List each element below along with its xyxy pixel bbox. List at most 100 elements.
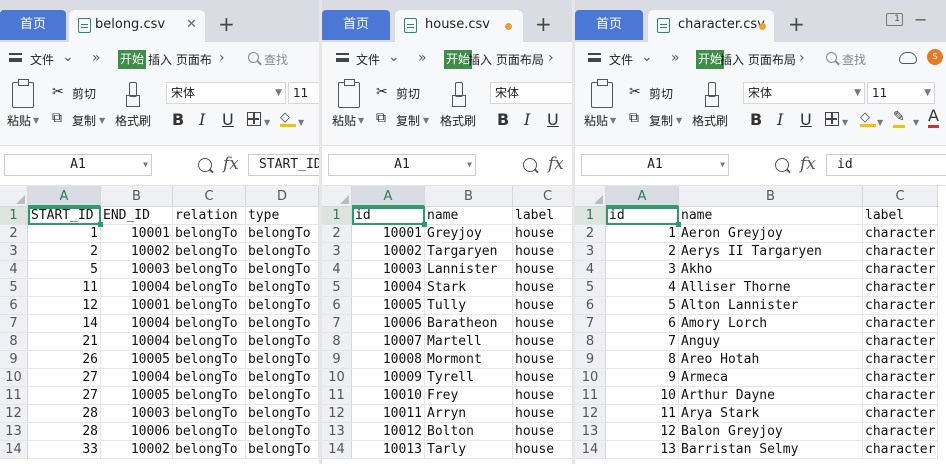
- table-cell[interactable]: Martell: [425, 333, 513, 351]
- row-header[interactable]: 14: [322, 441, 352, 459]
- table-cell[interactable]: 10004: [101, 369, 173, 387]
- table-cell[interactable]: Anguy: [679, 333, 863, 351]
- close-icon[interactable]: ✕: [186, 10, 197, 40]
- table-cell[interactable]: character: [863, 315, 938, 333]
- chevron-down-icon[interactable]: ▼: [676, 116, 682, 125]
- table-cell[interactable]: 10001: [101, 297, 173, 315]
- table-cell[interactable]: 10002: [352, 243, 425, 261]
- table-cell[interactable]: 10007: [352, 333, 425, 351]
- row-header[interactable]: 4: [322, 261, 352, 279]
- row-header[interactable]: 3: [322, 243, 352, 261]
- name-box[interactable]: A1 ▼: [581, 154, 729, 176]
- table-cell[interactable]: belongTo: [246, 423, 319, 441]
- table-cell[interactable]: Aerys II Targaryen: [679, 243, 863, 261]
- tab-file[interactable]: character.csv: [648, 10, 774, 42]
- table-cell[interactable]: character: [863, 387, 938, 405]
- paste-icon[interactable]: [591, 79, 613, 108]
- underline-icon[interactable]: U: [222, 110, 234, 129]
- row-header[interactable]: 10: [322, 369, 352, 387]
- table-cell[interactable]: house: [513, 243, 572, 261]
- table-cell[interactable]: 28: [28, 423, 101, 441]
- row-header[interactable]: 13: [0, 423, 28, 441]
- table-cell[interactable]: END_ID: [101, 207, 173, 225]
- table-cell[interactable]: 10005: [352, 297, 425, 315]
- format-painter-button[interactable]: 格式刷: [115, 112, 151, 129]
- table-cell[interactable]: Akho: [679, 261, 863, 279]
- row-header[interactable]: 14: [575, 441, 606, 459]
- table-cell[interactable]: START_ID: [28, 207, 101, 225]
- table-cell[interactable]: character: [863, 261, 938, 279]
- table-cell[interactable]: house: [513, 333, 572, 351]
- tab-home[interactable]: 首页: [575, 10, 643, 40]
- table-cell[interactable]: Bolton: [425, 423, 513, 441]
- row-header[interactable]: 2: [322, 225, 352, 243]
- chevron-down-icon[interactable]: ▼: [264, 118, 270, 127]
- paste-icon[interactable]: [12, 79, 34, 108]
- row-header[interactable]: 7: [0, 315, 28, 333]
- table-cell[interactable]: 1: [28, 225, 101, 243]
- row-header[interactable]: 3: [575, 243, 606, 261]
- fill-handle[interactable]: [422, 222, 427, 227]
- table-cell[interactable]: 7: [606, 333, 679, 351]
- copy-button[interactable]: 复制: [72, 112, 96, 129]
- table-cell[interactable]: Arryn: [425, 405, 513, 423]
- table-cell[interactable]: 2: [28, 243, 101, 261]
- table-cell[interactable]: belongTo: [173, 405, 246, 423]
- find-label[interactable]: 查找: [264, 51, 288, 68]
- column-header[interactable]: B: [101, 186, 173, 207]
- table-cell[interactable]: belongTo: [246, 405, 319, 423]
- table-cell[interactable]: belongTo: [173, 243, 246, 261]
- underline-icon[interactable]: U: [800, 110, 812, 129]
- window-layout-icon[interactable]: 1: [886, 13, 903, 26]
- table-cell[interactable]: belongTo: [246, 225, 319, 243]
- border-icon[interactable]: [247, 112, 261, 126]
- column-header[interactable]: A: [28, 186, 101, 207]
- row-header[interactable]: 12: [322, 405, 352, 423]
- start-tab[interactable]: 开始: [118, 50, 147, 69]
- row-header[interactable]: 8: [322, 333, 352, 351]
- row-header[interactable]: 1: [0, 207, 28, 225]
- cloud-sync-icon[interactable]: [899, 52, 917, 64]
- row-header[interactable]: 7: [322, 315, 352, 333]
- table-cell[interactable]: character: [863, 243, 938, 261]
- table-cell[interactable]: 27: [28, 387, 101, 405]
- table-cell[interactable]: 10004: [352, 279, 425, 297]
- table-cell[interactable]: 10002: [101, 243, 173, 261]
- table-cell[interactable]: character: [863, 279, 938, 297]
- bold-icon[interactable]: B: [497, 110, 509, 129]
- table-cell[interactable]: belongTo: [246, 387, 319, 405]
- function-icon[interactable]: fx: [223, 154, 239, 174]
- table-cell[interactable]: belongTo: [173, 387, 246, 405]
- column-header[interactable]: C: [863, 186, 938, 207]
- zoom-icon[interactable]: [775, 158, 789, 172]
- row-header[interactable]: 1: [575, 207, 606, 225]
- table-cell[interactable]: character: [863, 333, 938, 351]
- table-cell[interactable]: relation: [173, 207, 246, 225]
- table-cell[interactable]: belongTo: [173, 225, 246, 243]
- table-cell[interactable]: Armeca: [679, 369, 863, 387]
- table-cell[interactable]: 10004: [101, 315, 173, 333]
- table-cell[interactable]: character: [863, 423, 938, 441]
- search-icon[interactable]: [248, 52, 259, 63]
- new-tab-icon[interactable]: +: [788, 12, 805, 36]
- table-cell[interactable]: 10006: [352, 315, 425, 333]
- table-cell[interactable]: Balon Greyjoy: [679, 423, 863, 441]
- column-header[interactable]: D: [246, 186, 319, 207]
- table-cell[interactable]: 1: [606, 225, 679, 243]
- table-cell[interactable]: Lannister: [425, 261, 513, 279]
- format-painter-icon[interactable]: [452, 82, 466, 107]
- avatar[interactable]: S: [927, 49, 943, 65]
- table-cell[interactable]: belongTo: [246, 297, 319, 315]
- table-cell[interactable]: 10012: [352, 423, 425, 441]
- paste-button[interactable]: 粘贴: [584, 112, 608, 129]
- italic-icon[interactable]: I: [777, 110, 783, 129]
- column-header[interactable]: C: [513, 186, 572, 207]
- table-cell[interactable]: Barristan Selmy: [679, 441, 863, 459]
- file-menu[interactable]: 文件: [609, 51, 633, 68]
- table-cell[interactable]: Targaryen: [425, 243, 513, 261]
- table-cell[interactable]: belongTo: [173, 279, 246, 297]
- chevron-down-icon[interactable]: ▼: [298, 118, 304, 127]
- fill-handle[interactable]: [98, 222, 103, 227]
- table-cell[interactable]: 10011: [352, 405, 425, 423]
- select-all-corner[interactable]: [0, 186, 28, 207]
